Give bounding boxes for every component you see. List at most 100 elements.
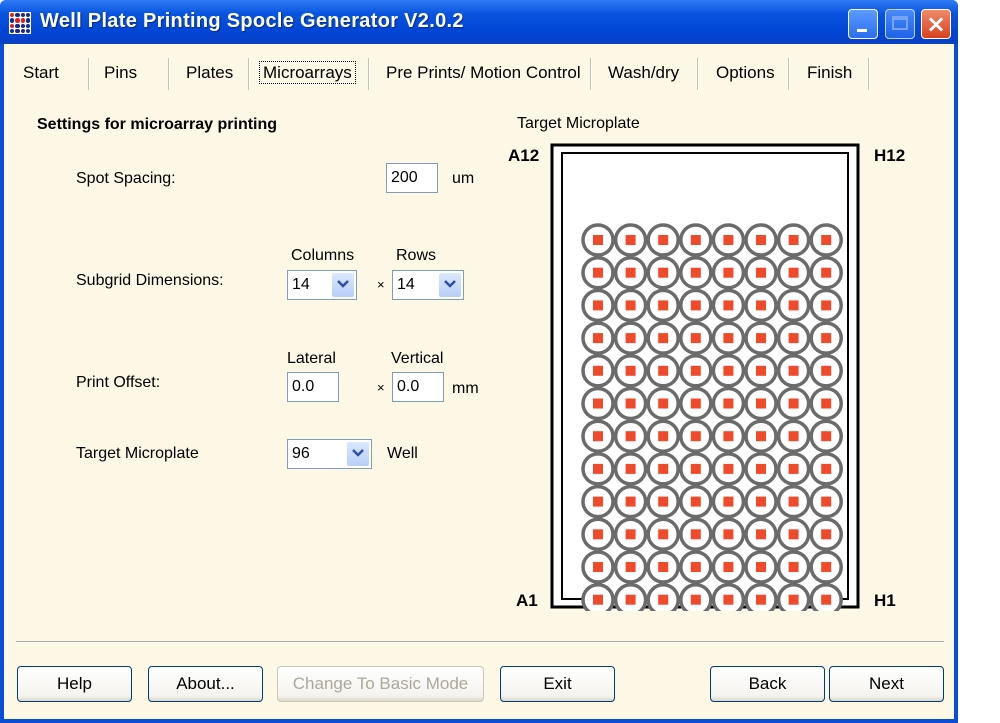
- tab-bar: Start Pins Plates Microarrays Pre Prints…: [4, 54, 954, 92]
- spot: [625, 463, 636, 474]
- spot: [658, 562, 669, 572]
- well: [711, 386, 746, 421]
- tab-plates[interactable]: Plates: [186, 54, 233, 92]
- spot: [625, 398, 636, 409]
- chevron-down-icon[interactable]: [332, 273, 354, 297]
- spot: [821, 463, 832, 474]
- well: [711, 419, 746, 453]
- tab-finish[interactable]: Finish: [807, 54, 852, 92]
- spot: [723, 594, 734, 605]
- well: [581, 452, 615, 486]
- well: [646, 288, 680, 323]
- well: [679, 255, 713, 290]
- tab-microarrays[interactable]: Microarrays: [259, 54, 356, 92]
- spot: [723, 333, 734, 344]
- spot: [593, 594, 603, 605]
- spot: [658, 594, 669, 605]
- well: [711, 255, 746, 290]
- well: [679, 354, 713, 388]
- tab-start[interactable]: Start: [23, 54, 59, 92]
- well: [646, 354, 680, 388]
- well: [744, 550, 778, 584]
- well: [776, 255, 811, 290]
- plate-title: Target Microplate: [517, 115, 640, 132]
- well: [581, 517, 615, 552]
- tab-separator: [368, 58, 370, 90]
- back-button[interactable]: Back: [710, 666, 825, 702]
- spot: [756, 562, 766, 572]
- well: [581, 354, 615, 388]
- client-area: Start Pins Plates Microarrays Pre Prints…: [4, 44, 954, 719]
- chevron-down-icon[interactable]: [347, 442, 369, 466]
- well: [776, 517, 811, 552]
- spot: [593, 365, 603, 376]
- target-microplate-select[interactable]: 96: [287, 439, 372, 469]
- well: [809, 386, 843, 421]
- spot-spacing-input[interactable]: 200: [386, 163, 438, 193]
- well: [613, 582, 648, 611]
- spot: [593, 529, 603, 540]
- about-button[interactable]: About...: [148, 666, 263, 702]
- tab-options[interactable]: Options: [716, 54, 775, 92]
- title-bar[interactable]: Well Plate Printing Spocle Generator V2.…: [0, 0, 958, 44]
- well: [809, 354, 843, 388]
- spot: [821, 431, 832, 442]
- well: [613, 386, 648, 421]
- close-button[interactable]: ×: [921, 9, 951, 39]
- chevron-down-icon[interactable]: [439, 273, 461, 297]
- spot: [625, 365, 636, 376]
- spot: [658, 235, 669, 245]
- change-to-basic-mode-button[interactable]: Change To Basic Mode: [277, 666, 484, 702]
- spot: [690, 300, 701, 311]
- rows-select[interactable]: 14: [392, 270, 464, 300]
- well: [581, 223, 615, 257]
- exit-button[interactable]: Exit: [500, 666, 615, 702]
- spot: [625, 431, 636, 442]
- well: [646, 582, 680, 611]
- spot: [723, 463, 734, 474]
- spot: [788, 300, 799, 311]
- well: [613, 484, 648, 519]
- well: [679, 223, 713, 257]
- times-sign: ×: [377, 277, 385, 292]
- spot: [723, 529, 734, 540]
- maximize-button[interactable]: [885, 9, 915, 39]
- well: [809, 223, 843, 257]
- spot: [690, 594, 701, 605]
- tab-pins[interactable]: Pins: [104, 54, 137, 92]
- lateral-label: Lateral: [287, 350, 336, 367]
- offset-unit: mm: [452, 380, 479, 397]
- next-button[interactable]: Next: [829, 666, 944, 702]
- spot: [821, 365, 832, 376]
- spot: [690, 463, 701, 474]
- spot: [658, 300, 669, 311]
- tab-pre-prints-motion-control[interactable]: Pre Prints/ Motion Control: [386, 54, 581, 92]
- spot: [658, 267, 669, 278]
- spot: [821, 594, 832, 605]
- well: [776, 223, 811, 257]
- times-sign: ×: [377, 380, 385, 395]
- well: [679, 288, 713, 323]
- spot: [788, 431, 799, 442]
- well: [581, 255, 615, 290]
- vertical-offset-input[interactable]: 0.0: [392, 372, 444, 402]
- columns-select[interactable]: 14: [287, 270, 357, 300]
- spot: [690, 398, 701, 409]
- minimize-button[interactable]: [848, 9, 878, 39]
- well: [744, 255, 778, 290]
- well: [613, 452, 648, 486]
- spot: [756, 267, 766, 278]
- lateral-offset-input[interactable]: 0.0: [287, 372, 339, 402]
- well: [711, 354, 746, 388]
- tab-wash-dry[interactable]: Wash/dry: [608, 54, 679, 92]
- well: [613, 354, 648, 388]
- spot: [723, 431, 734, 442]
- spot: [821, 267, 832, 278]
- well: [744, 419, 778, 453]
- well: [613, 517, 648, 552]
- well: [581, 550, 615, 584]
- well: [809, 484, 843, 519]
- settings-heading: Settings for microarray printing: [37, 116, 278, 133]
- help-button[interactable]: Help: [17, 666, 132, 702]
- spot: [788, 594, 799, 605]
